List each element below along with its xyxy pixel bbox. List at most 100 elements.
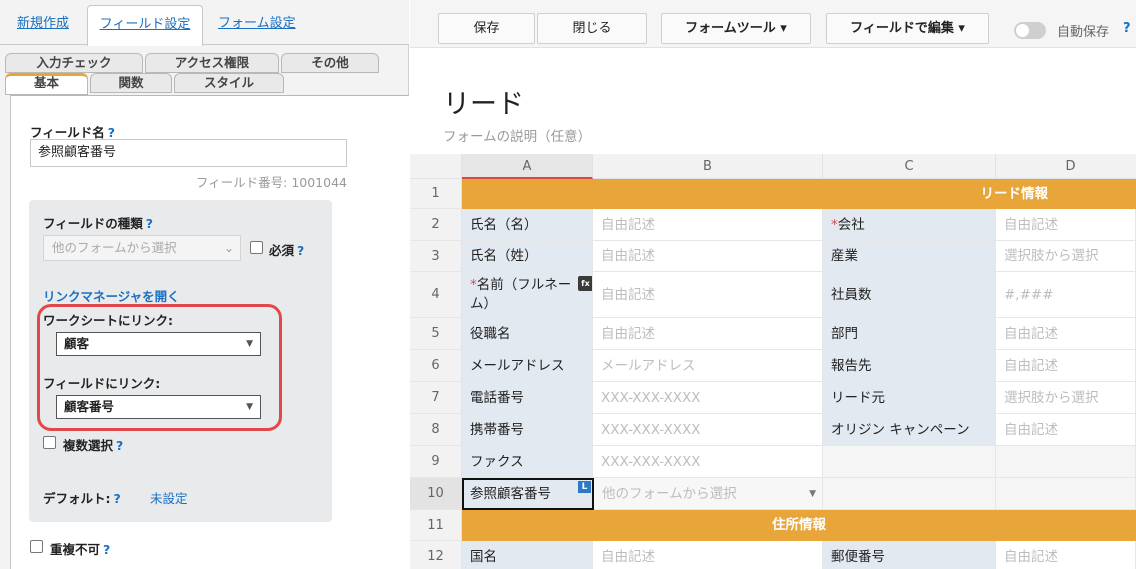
field-label[interactable]: 国名 — [462, 541, 593, 569]
field-input[interactable]: 自由記述 — [996, 318, 1136, 350]
field-label[interactable]: オリジン キャンペーン — [823, 414, 996, 446]
empty-cell[interactable] — [996, 446, 1136, 478]
worksheet-link-dropdown[interactable]: 顧客 ▼ — [56, 332, 261, 356]
help-icon[interactable]: ? — [116, 438, 123, 453]
column-header-c[interactable]: C — [823, 154, 996, 179]
required-checkbox[interactable] — [250, 241, 263, 254]
row-number[interactable]: 7 — [410, 382, 462, 414]
help-icon[interactable]: ? — [103, 542, 110, 557]
field-input[interactable]: 自由記述 — [996, 414, 1136, 446]
field-label[interactable]: 氏名（名） — [462, 209, 593, 241]
multi-select-checkbox[interactable] — [43, 436, 56, 449]
edit-by-field-button[interactable]: フィールドで編集 ▾ — [826, 13, 989, 44]
tab-field-settings[interactable]: フィールド設定 — [87, 5, 203, 46]
field-label[interactable]: メールアドレス — [462, 350, 593, 382]
triangle-down-icon: ▼ — [246, 339, 253, 349]
field-label[interactable]: 産業 — [823, 241, 996, 272]
row-number[interactable]: 11 — [410, 510, 462, 541]
field-label[interactable]: *名前（フルネーム） fx — [462, 272, 593, 318]
empty-cell[interactable] — [823, 478, 996, 510]
field-label[interactable]: 社員数 — [823, 272, 996, 318]
subtab-basic[interactable]: 基本 — [5, 73, 88, 95]
row-number[interactable]: 9 — [410, 446, 462, 478]
row-number[interactable]: 4 — [410, 272, 462, 318]
form-tools-button[interactable]: フォームツール ▾ — [661, 13, 811, 44]
field-input[interactable]: 自由記述 — [996, 209, 1136, 241]
field-label[interactable]: ファクス — [462, 446, 593, 478]
field-input[interactable]: XXX-XXX-XXXX — [593, 414, 823, 446]
column-header-a[interactable]: A — [462, 154, 593, 179]
no-duplicate-checkbox[interactable] — [30, 540, 43, 553]
subtab-functions[interactable]: 関数 — [90, 73, 172, 93]
field-input[interactable]: 自由記述 — [996, 350, 1136, 382]
field-input[interactable]: 自由記述 — [593, 318, 823, 350]
row-number[interactable]: 5 — [410, 318, 462, 350]
field-input[interactable]: XXX-XXX-XXXX — [593, 446, 823, 478]
section-header-lead[interactable]: リード情報 — [462, 179, 1136, 209]
form-title[interactable]: リード — [443, 82, 524, 121]
form-editor: 保存 閉じる フォームツール ▾ フィールドで編集 ▾ 自動保存 ? リード フ… — [410, 0, 1136, 569]
subtab-access[interactable]: アクセス権限 — [145, 53, 279, 73]
subtab-style[interactable]: スタイル — [174, 73, 284, 93]
empty-cell[interactable] — [996, 478, 1136, 510]
field-label[interactable]: 役職名 — [462, 318, 593, 350]
chevron-down-icon: ⌄ — [223, 241, 234, 255]
empty-cell[interactable] — [823, 446, 996, 478]
field-label[interactable]: 部門 — [823, 318, 996, 350]
tab-form-settings[interactable]: フォーム設定 — [218, 5, 296, 45]
row-number[interactable]: 3 — [410, 241, 462, 272]
field-input[interactable]: 選択肢から選択 — [996, 382, 1136, 414]
field-label[interactable]: 電話番号 — [462, 382, 593, 414]
form-grid: A B C D 1 2 3 4 5 6 7 8 9 10 11 12 リード情報… — [410, 154, 1136, 569]
section-header-address[interactable]: 住所情報 — [462, 510, 1136, 541]
field-input[interactable]: XXX-XXX-XXXX — [593, 382, 823, 414]
lookup-select[interactable]: 他のフォームから選択 ▼ — [594, 478, 823, 510]
row-number[interactable]: 2 — [410, 209, 462, 241]
help-icon[interactable]: ? — [146, 216, 153, 231]
field-label[interactable]: 携帯番号 — [462, 414, 593, 446]
row-number[interactable]: 12 — [410, 541, 462, 569]
subtab-input-check[interactable]: 入力チェック — [5, 53, 143, 73]
default-label: デフォルト:? — [43, 491, 121, 506]
field-label[interactable]: 郵便番号 — [823, 541, 996, 569]
default-value-link[interactable]: 未設定 — [150, 488, 188, 507]
required-label: 必須? — [269, 243, 305, 258]
column-header-d[interactable]: D — [996, 154, 1136, 179]
field-label[interactable]: リード元 — [823, 382, 996, 414]
selected-field-label[interactable]: 参照顧客番号 L — [462, 478, 594, 510]
field-input[interactable]: 選択肢から選択 — [996, 241, 1136, 272]
column-header-b[interactable]: B — [593, 154, 823, 179]
field-link-label: フィールドにリンク: — [43, 376, 161, 391]
row-number[interactable]: 10 — [410, 478, 462, 510]
field-input[interactable]: #,### — [996, 272, 1136, 318]
row-number[interactable]: 8 — [410, 414, 462, 446]
required-mark: * — [831, 217, 838, 233]
form-description[interactable]: フォームの説明（任意） — [443, 125, 591, 145]
field-settings-panel: 新規作成 フィールド設定 フォーム設定 入力チェック アクセス権限 その他 基本… — [0, 0, 409, 569]
help-icon[interactable]: ? — [1123, 21, 1131, 36]
help-icon[interactable]: ? — [108, 125, 115, 140]
row-number[interactable]: 6 — [410, 350, 462, 382]
field-name-input[interactable]: 参照顧客番号 — [30, 139, 347, 167]
field-label[interactable]: *会社 — [823, 209, 996, 241]
field-input[interactable]: 自由記述 — [996, 541, 1136, 569]
field-input[interactable]: 自由記述 — [593, 241, 823, 272]
close-button[interactable]: 閉じる — [537, 13, 647, 44]
subtab-other[interactable]: その他 — [281, 53, 379, 73]
field-input[interactable]: 自由記述 — [593, 272, 823, 318]
required-mark: * — [470, 277, 477, 293]
field-label[interactable]: 氏名（姓） — [462, 241, 593, 272]
help-icon[interactable]: ? — [297, 243, 304, 258]
link-manager-link[interactable]: リンクマネージャを開く — [43, 286, 180, 305]
help-icon[interactable]: ? — [114, 491, 121, 506]
no-duplicate-label: 重複不可? — [50, 542, 111, 557]
tab-new[interactable]: 新規作成 — [17, 5, 69, 45]
save-button[interactable]: 保存 — [438, 13, 535, 44]
field-input[interactable]: メールアドレス — [593, 350, 823, 382]
field-link-dropdown[interactable]: 顧客番号 ▼ — [56, 395, 261, 419]
field-input[interactable]: 自由記述 — [593, 209, 823, 241]
field-input[interactable]: 自由記述 — [593, 541, 823, 569]
field-label[interactable]: 報告先 — [823, 350, 996, 382]
autosave-toggle[interactable] — [1014, 22, 1046, 39]
row-number[interactable]: 1 — [410, 179, 462, 209]
